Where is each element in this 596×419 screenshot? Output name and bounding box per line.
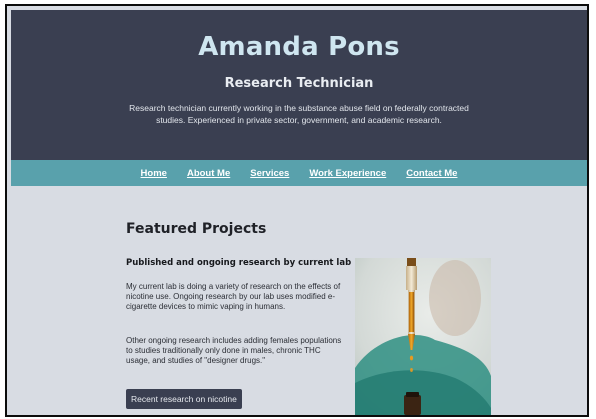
nav-home[interactable]: Home xyxy=(141,168,167,179)
project-paragraph-1: My current lab is doing a variety of res… xyxy=(126,282,341,311)
nav-work-experience[interactable]: Work Experience xyxy=(309,168,386,179)
nav-about-me[interactable]: About Me xyxy=(187,168,230,179)
featured-projects-section: Featured Projects Published and ongoing … xyxy=(11,186,587,415)
section-title: Featured Projects xyxy=(126,221,267,237)
project-title: Published and ongoing research by curren… xyxy=(126,258,352,268)
recent-research-button[interactable]: Recent research on nicotine xyxy=(126,389,242,409)
nav-services[interactable]: Services xyxy=(250,168,289,179)
site-subtitle: Research Technician xyxy=(224,76,374,91)
site-header: Amanda Pons Research Technician Research… xyxy=(11,10,587,160)
dropper-photo xyxy=(355,258,491,415)
project-paragraph-2: Other ongoing research includes adding f… xyxy=(126,336,342,365)
browser-frame: Amanda Pons Research Technician Research… xyxy=(5,4,589,417)
main-nav: Home About Me Services Work Experience C… xyxy=(11,160,587,186)
site-title: Amanda Pons xyxy=(198,32,400,62)
site-tagline: Research technician currently working in… xyxy=(129,103,469,125)
nav-contact-me[interactable]: Contact Me xyxy=(406,168,457,179)
